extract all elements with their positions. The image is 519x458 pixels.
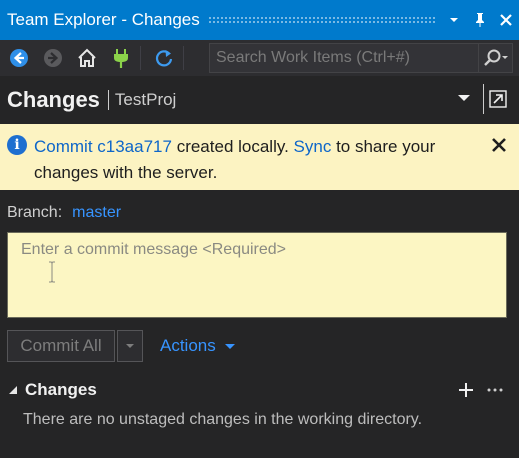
- changes-section-header[interactable]: Changes: [7, 380, 97, 400]
- changes-section-title: Changes: [25, 380, 97, 399]
- home-icon[interactable]: [72, 43, 102, 73]
- chevron-down-icon[interactable]: [441, 4, 467, 36]
- sync-link[interactable]: Sync: [294, 137, 332, 156]
- pop-out-icon[interactable]: [483, 84, 511, 114]
- commit-all-button[interactable]: Commit All: [7, 330, 115, 362]
- search-work-items-box[interactable]: Search Work Items (Ctrl+#): [209, 43, 513, 73]
- pin-icon[interactable]: [467, 4, 493, 36]
- toolbar: Search Work Items (Ctrl+#): [0, 40, 519, 76]
- commit-link[interactable]: Commit c13aa717: [34, 137, 172, 156]
- header-divider: [107, 90, 109, 110]
- window-title: Team Explorer - Changes: [7, 10, 200, 29]
- search-input[interactable]: Search Work Items (Ctrl+#): [210, 49, 478, 67]
- notification-middle: created locally.: [171, 137, 294, 156]
- commit-message-input[interactable]: Enter a commit message <Required>: [7, 232, 507, 318]
- toolbar-separator: [140, 46, 141, 70]
- title-grip[interactable]: [207, 16, 435, 24]
- search-icon[interactable]: [478, 44, 512, 72]
- title-bar: Team Explorer - Changes: [0, 0, 519, 40]
- chevron-down-icon: [126, 344, 134, 348]
- commit-message-placeholder: Enter a commit message <Required>: [21, 241, 287, 258]
- close-icon[interactable]: [493, 4, 519, 36]
- notification-bar: i Commit c13aa717 created locally. Sync …: [0, 124, 519, 190]
- collapse-triangle-icon[interactable]: [7, 384, 19, 396]
- actions-label: Actions: [160, 336, 216, 355]
- actions-menu[interactable]: Actions: [160, 336, 236, 356]
- info-icon: i: [7, 135, 27, 155]
- close-icon[interactable]: [488, 134, 510, 156]
- commit-options-dropdown[interactable]: [117, 330, 143, 362]
- plug-icon[interactable]: [106, 43, 136, 73]
- project-name[interactable]: TestProj: [115, 90, 176, 110]
- forward-arrow-icon: [38, 43, 68, 73]
- branch-label: Branch:: [7, 204, 63, 221]
- back-arrow-icon[interactable]: [4, 43, 34, 73]
- branch-name-link[interactable]: master: [72, 204, 121, 222]
- empty-changes-message: There are no unstaged changes in the wor…: [23, 411, 423, 428]
- toolbar-separator: [183, 46, 184, 70]
- plus-icon[interactable]: [456, 378, 476, 402]
- branch-row: Branch: master: [7, 204, 121, 222]
- text-cursor-icon: [48, 261, 56, 283]
- more-options-icon[interactable]: [483, 378, 507, 402]
- chevron-down-icon[interactable]: [456, 90, 472, 106]
- notification-text: Commit c13aa717 created locally. Sync to…: [34, 134, 474, 186]
- chevron-down-icon: [224, 336, 236, 356]
- refresh-icon[interactable]: [149, 43, 179, 73]
- page-header: Changes TestProj: [0, 76, 519, 124]
- page-title: Changes: [7, 87, 100, 112]
